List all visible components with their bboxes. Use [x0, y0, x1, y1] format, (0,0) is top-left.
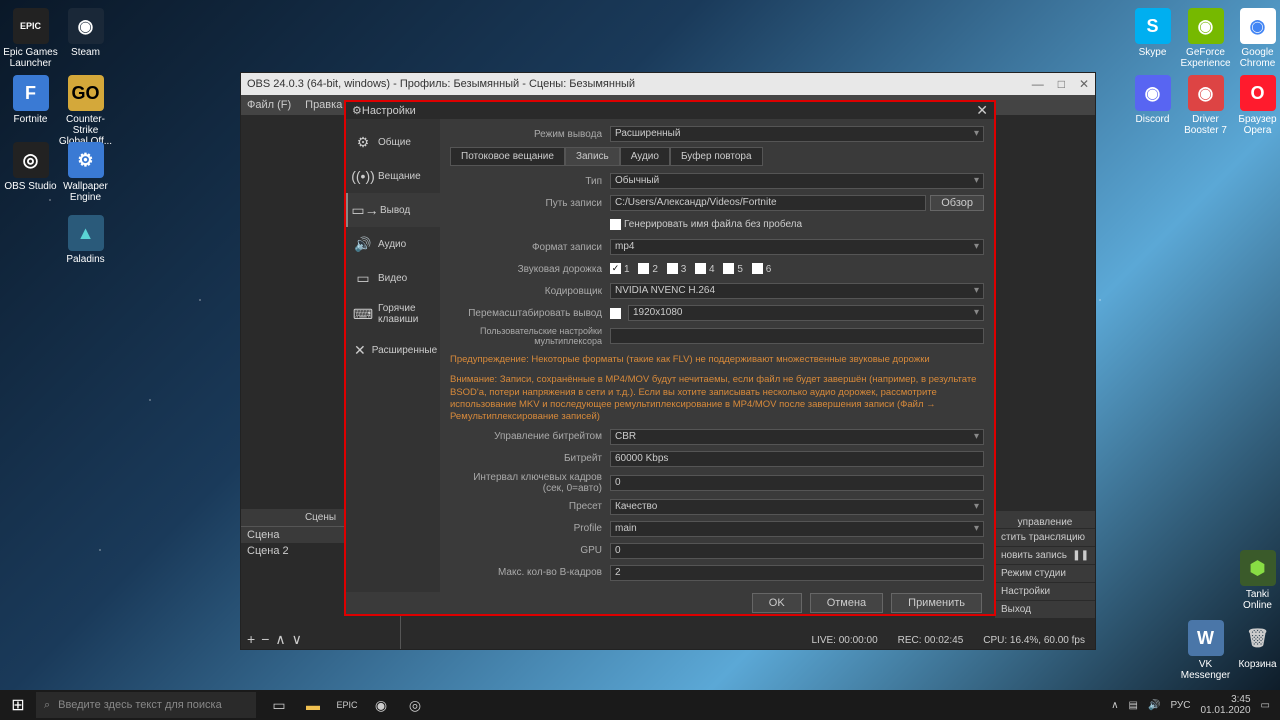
- desktop-icon[interactable]: ◉Google Chrome: [1230, 8, 1280, 69]
- desktop-icon[interactable]: ◎OBS Studio: [3, 142, 58, 192]
- output-tab[interactable]: Потоковое вещание: [450, 147, 565, 166]
- sidebar-icon: ⌨: [354, 305, 372, 323]
- settings-button[interactable]: Настройки: [995, 583, 1095, 601]
- minimize-icon[interactable]: —: [1032, 77, 1044, 91]
- audio-track-checkbox[interactable]: [667, 263, 678, 274]
- preset-select[interactable]: Качество: [610, 499, 984, 515]
- desktop-icon[interactable]: ⚙Wallpaper Engine: [58, 142, 113, 203]
- remove-scene-button[interactable]: −: [261, 631, 269, 647]
- desktop-icon[interactable]: ▲Paladins: [58, 215, 113, 265]
- muxer-input[interactable]: [610, 328, 984, 344]
- desktop-icon[interactable]: ⬢Tanki Online: [1230, 550, 1280, 611]
- sidebar-icon: ▭: [354, 269, 372, 287]
- search-box[interactable]: ⌕ Введите здесь текст для поиска: [36, 692, 256, 718]
- sidebar-icon: ▭→: [356, 201, 374, 219]
- sidebar-icon: ⚙: [354, 133, 372, 151]
- audio-track-checkbox[interactable]: [638, 263, 649, 274]
- recording-format-select[interactable]: mp4: [610, 239, 984, 255]
- output-tab[interactable]: Запись: [565, 147, 620, 166]
- keyint-input[interactable]: 0: [610, 475, 984, 491]
- clock[interactable]: 3:4501.01.2020: [1200, 694, 1250, 716]
- output-tab[interactable]: Аудио: [620, 147, 670, 166]
- cancel-button[interactable]: Отмена: [810, 593, 883, 613]
- stop-record-button[interactable]: новить запись❚❚: [995, 547, 1095, 565]
- sidebar-item[interactable]: ⚙Общие: [346, 125, 440, 159]
- task-view-button[interactable]: ▭: [264, 690, 294, 720]
- profile-select[interactable]: main: [610, 521, 984, 537]
- settings-titlebar[interactable]: ⚙ Настройки ✕: [346, 102, 994, 119]
- audio-track-checkbox[interactable]: [752, 263, 763, 274]
- encoder-select[interactable]: NVIDIA NVENC H.264: [610, 283, 984, 299]
- start-button[interactable]: ⊞: [0, 690, 36, 720]
- browse-button[interactable]: Обзор: [930, 195, 984, 211]
- start-stream-button[interactable]: стить трансляцию: [995, 529, 1095, 547]
- obs-title-text: OBS 24.0.3 (64-bit, windows) - Профиль: …: [247, 78, 635, 90]
- rate-control-select[interactable]: CBR: [610, 429, 984, 445]
- studio-mode-button[interactable]: Режим студии: [995, 565, 1095, 583]
- format-warning: Предупреждение: Некоторые форматы (такие…: [450, 350, 984, 370]
- desktop-icon[interactable]: ◉Discord: [1125, 75, 1180, 125]
- maximize-icon[interactable]: □: [1058, 77, 1065, 91]
- epic-icon[interactable]: EPIC: [332, 690, 362, 720]
- settings-content: Режим выводаРасширенный Потоковое вещани…: [440, 119, 994, 592]
- scene-down-button[interactable]: ∨: [292, 631, 302, 648]
- desktop-icon[interactable]: ◉Driver Booster 7: [1178, 75, 1233, 136]
- recording-type-select[interactable]: Обычный: [610, 173, 984, 189]
- desktop-icon[interactable]: EPICEpic Games Launcher: [3, 8, 58, 69]
- ok-button[interactable]: OK: [752, 593, 802, 613]
- desktop-icon[interactable]: FFortnite: [3, 75, 58, 125]
- bframes-input[interactable]: 2: [610, 565, 984, 581]
- chrome-icon[interactable]: ◉: [366, 690, 396, 720]
- settings-sidebar: ⚙Общие((•))Вещание▭→Вывод🔊Аудио▭Видео⌨Го…: [346, 119, 440, 592]
- menu-item[interactable]: Файл (F): [247, 99, 291, 111]
- desktop-icon[interactable]: SSkype: [1125, 8, 1180, 58]
- controls-panel: управление стить трансляцию новить запис…: [995, 511, 1095, 619]
- desktop-icon[interactable]: ◉Steam: [58, 8, 113, 58]
- sidebar-item[interactable]: ▭→Вывод: [346, 193, 440, 227]
- audio-track-checkbox[interactable]: [610, 263, 621, 274]
- audio-track-checkbox[interactable]: [723, 263, 734, 274]
- mp4-warning: Внимание: Записи, сохранённые в MP4/MOV …: [450, 370, 984, 427]
- pause-icon[interactable]: ❚❚: [1072, 550, 1089, 561]
- sidebar-item[interactable]: ((•))Вещание: [346, 159, 440, 193]
- system-tray[interactable]: ∧ ▤ 🔊 РУС 3:4501.01.2020 ▭: [1101, 694, 1280, 716]
- close-icon[interactable]: ✕: [1079, 77, 1089, 91]
- status-bar: LIVE: 00:00:00REC: 00:02:45CPU: 16.4%, 6…: [801, 631, 1095, 649]
- scene-up-button[interactable]: ∧: [275, 631, 285, 648]
- desktop-icon[interactable]: WVK Messenger: [1178, 620, 1233, 681]
- notifications-icon[interactable]: ▭: [1261, 700, 1270, 711]
- network-icon[interactable]: ▤: [1129, 700, 1138, 711]
- sidebar-icon: ((•)): [354, 167, 372, 185]
- desktop-icon[interactable]: ◉GeForce Experience: [1178, 8, 1233, 69]
- output-tab[interactable]: Буфер повтора: [670, 147, 763, 166]
- volume-icon[interactable]: 🔊: [1148, 700, 1160, 711]
- rescale-select[interactable]: 1920x1080: [628, 305, 984, 321]
- tray-chevron-icon[interactable]: ∧: [1111, 700, 1118, 711]
- apply-button[interactable]: Применить: [891, 593, 982, 613]
- rescale-checkbox[interactable]: [610, 308, 621, 319]
- settings-dialog: ⚙ Настройки ✕ ⚙Общие((•))Вещание▭→Вывод🔊…: [344, 100, 996, 616]
- sidebar-item[interactable]: ✕Расширенные: [346, 333, 440, 367]
- sidebar-item[interactable]: ▭Видео: [346, 261, 440, 295]
- add-scene-button[interactable]: +: [247, 631, 255, 647]
- desktop-icon[interactable]: OБраузер Opera: [1230, 75, 1280, 136]
- sidebar-icon: 🔊: [354, 235, 372, 253]
- audio-track-checkbox[interactable]: [695, 263, 706, 274]
- recording-path-input[interactable]: C:/Users/Александр/Videos/Fortnite: [610, 195, 926, 211]
- exit-button[interactable]: Выход: [995, 601, 1095, 619]
- obs-titlebar[interactable]: OBS 24.0.3 (64-bit, windows) - Профиль: …: [241, 73, 1095, 95]
- sidebar-item[interactable]: 🔊Аудио: [346, 227, 440, 261]
- no-space-checkbox[interactable]: [610, 219, 621, 230]
- obs-icon[interactable]: ◎: [400, 690, 430, 720]
- sidebar-icon: ✕: [354, 341, 366, 359]
- gpu-input[interactable]: 0: [610, 543, 984, 559]
- desktop-icon[interactable]: GOCounter-Strike Global Off...: [58, 75, 113, 147]
- taskbar: ⊞ ⌕ Введите здесь текст для поиска ▭ ▬ E…: [0, 690, 1280, 720]
- output-mode-select[interactable]: Расширенный: [610, 126, 984, 142]
- desktop-icon[interactable]: 🗑Корзина: [1230, 620, 1280, 670]
- sidebar-item[interactable]: ⌨Горячие клавиши: [346, 295, 440, 333]
- bitrate-input[interactable]: 60000 Kbps: [610, 451, 984, 467]
- explorer-icon[interactable]: ▬: [298, 690, 328, 720]
- close-icon[interactable]: ✕: [976, 102, 988, 119]
